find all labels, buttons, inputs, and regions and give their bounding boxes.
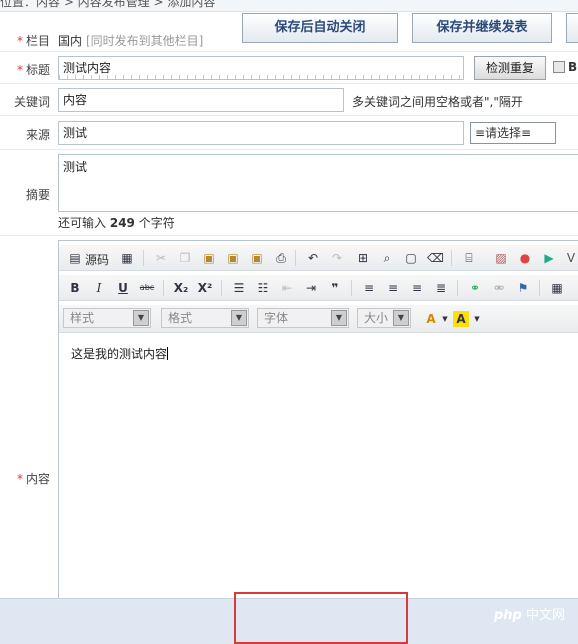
size-combo[interactable]: 大小 ▼ [357,308,411,328]
anchor-icon[interactable]: ⚑ [515,280,531,296]
extra-footer-button[interactable] [566,13,578,43]
rich-text-editor[interactable]: ▤ 源码 ▦ ✂ ❐ ▣ ▣ ▣ ⎙ ↶ ↷ ⊞ ⌕ ▢ ⌫ ⌸ ▨ ● ▶ V… [58,240,578,600]
sync-other-columns-link[interactable]: [同时发布到其他栏目] [86,32,203,49]
editor-toolbar-2: B I U abc X₂ X² ☰ ☷ ⇤ ⇥ ❞ ≡ ≡ ≡ ≣ ⚭ ⚮ ⚑ … [59,275,578,301]
align-right-icon[interactable]: ≡ [409,280,425,296]
source-input[interactable]: 测试 [58,121,464,145]
remove-format-icon[interactable]: ⌫ [427,250,444,266]
breadcrumb: 位置：内容 > 内容发布管理 > 添加内容 [0,0,578,12]
keywords-hint: 多关键词之间用空格或者","隔开 [352,95,523,109]
table-icon[interactable]: ▦ [549,280,565,296]
italic-icon[interactable]: I [91,280,107,296]
bg-color-icon[interactable]: A [453,311,469,327]
editor-toolbar-1: ▤ 源码 ▦ ✂ ❐ ▣ ▣ ▣ ⎙ ↶ ↷ ⊞ ⌕ ▢ ⌫ ⌸ ▨ ● ▶ V [59,245,578,271]
align-center-icon[interactable]: ≡ [385,280,401,296]
bulleted-list-icon[interactable]: ☷ [255,280,271,296]
flash-icon[interactable]: ● [517,250,533,266]
find-icon[interactable]: ⊞ [355,250,371,266]
save-and-close-button[interactable]: 保存后自动关闭 [242,13,398,43]
replace-icon[interactable]: ⌕ [379,250,395,266]
format-combo[interactable]: 格式 ▼ [161,308,249,328]
underline-icon[interactable]: U [115,280,131,296]
redo-icon[interactable]: ↷ [329,250,345,266]
bold-icon[interactable]: B [67,280,83,296]
cut-icon[interactable]: ✂ [153,250,169,266]
source-icon: ▤ [69,251,81,265]
color-picker-icon[interactable] [553,61,565,73]
source-label: 来源 [25,128,50,142]
row-keywords: 关键词 内容 多关键词之间用空格或者","隔开 [0,84,578,116]
indent-icon[interactable]: ⇥ [303,280,319,296]
style-combo[interactable]: 样式 ▼ [63,308,151,328]
save-and-continue-button[interactable]: 保存并继续发表 [412,13,552,43]
copy-icon[interactable]: ❐ [177,250,193,266]
media-icon[interactable]: ▶ [541,250,557,266]
justify-icon[interactable]: ≣ [433,280,449,296]
watermark: php 中文网 [494,608,566,623]
column-label: * 栏目 [16,34,50,48]
superscript-icon[interactable]: X² [197,280,213,296]
subscript-icon[interactable]: X₂ [173,280,189,296]
strike-icon[interactable]: abc [139,280,155,296]
text-color-dropdown-icon[interactable]: ▼ [437,311,453,327]
highlight-box [234,592,408,644]
unlink-icon[interactable]: ⚮ [491,280,507,296]
outdent-icon[interactable]: ⇤ [279,280,295,296]
bg-color-dropdown-icon[interactable]: ▼ [469,311,485,327]
paste-icon[interactable]: ▣ [201,250,217,266]
row-title: * 标题 测试内容 检测重复 B [0,52,578,84]
row-summary: 摘要 测试 还可输入 249 个字符 [0,150,578,236]
video-icon[interactable]: V [563,250,578,266]
column-value: 国内 [58,34,83,48]
blockquote-icon[interactable]: ❞ [327,280,343,296]
row-source: 来源 测试 ≡请选择≡ [0,116,578,150]
keywords-label: 关键词 [13,95,50,109]
ordered-list-icon[interactable]: ☰ [231,280,247,296]
font-combo[interactable]: 字体 ▼ [257,308,349,328]
align-left-icon[interactable]: ≡ [361,280,377,296]
print-icon[interactable]: ⎙ [273,250,289,266]
undo-icon[interactable]: ↶ [305,250,321,266]
image-icon[interactable]: ▨ [493,250,509,266]
title-input[interactable]: 测试内容 [58,56,464,80]
page: 位置：内容 > 内容发布管理 > 添加内容 * 栏目 国内 [同时发布到其他栏目]… [0,0,578,644]
summary-textarea[interactable]: 测试 [58,154,578,212]
text-caret [167,347,169,360]
paste-text-icon[interactable]: ▣ [225,250,241,266]
editor-toolbar-3: 样式 ▼ 格式 ▼ 字体 ▼ 大小 ▼ A ▼ A ▼ [59,305,578,333]
preview-icon[interactable]: ⌸ [461,250,477,266]
keywords-input[interactable]: 内容 [58,88,344,112]
content-label: * 内容 [16,472,50,486]
template-icon[interactable]: ▦ [119,250,135,266]
link-icon[interactable]: ⚭ [467,280,483,296]
summary-counter: 还可输入 249 个字符 [58,216,175,230]
title-label: * 标题 [16,63,50,77]
source-select[interactable]: ≡请选择≡ [470,122,556,144]
paste-word-icon[interactable]: ▣ [249,250,265,266]
source-button[interactable]: 源码 [85,251,109,268]
summary-label: 摘要 [25,188,50,202]
check-duplicate-button[interactable]: 检测重复 [474,56,546,80]
select-all-icon[interactable]: ▢ [403,250,419,266]
editor-content[interactable]: 这是我的测试内容 [71,345,169,362]
